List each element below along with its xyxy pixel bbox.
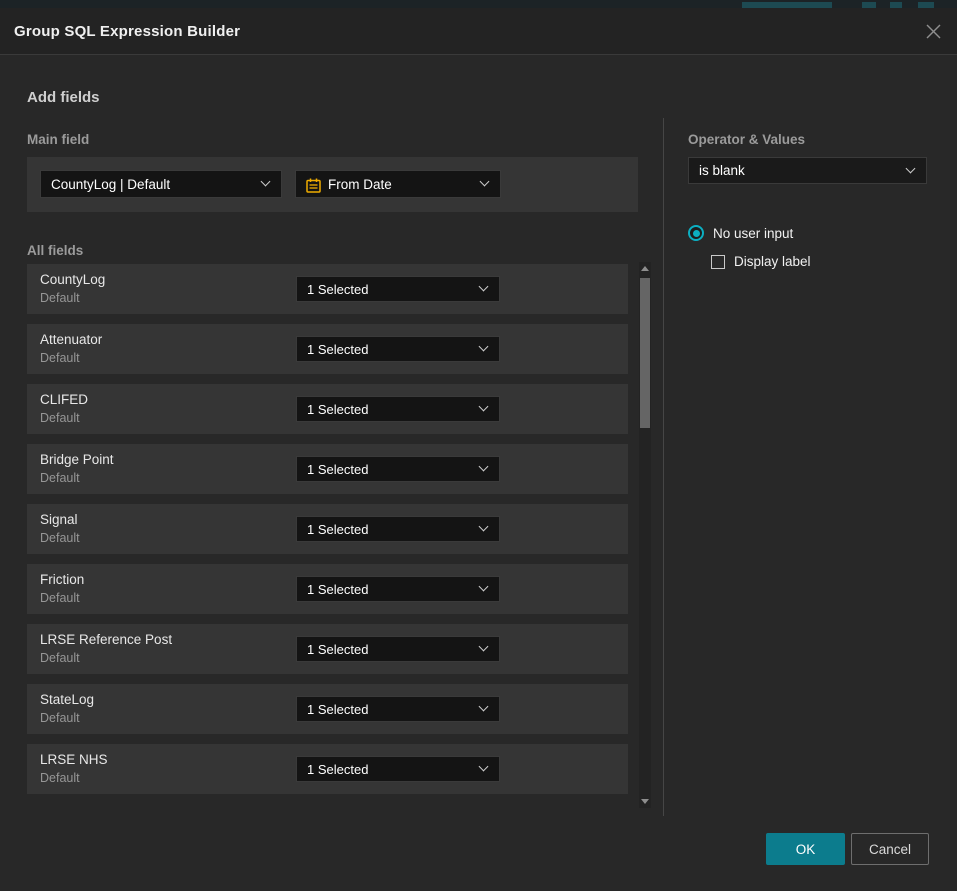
no-user-input-radio[interactable]: No user input — [688, 225, 793, 241]
operator-dropdown[interactable]: is blank — [688, 157, 927, 184]
operator-values-heading: Operator & Values — [688, 132, 805, 147]
chevron-down-icon — [479, 702, 489, 712]
field-row: LRSE Reference Post Default 1 Selected — [27, 624, 628, 674]
scrollbar-thumb[interactable] — [640, 278, 650, 428]
field-name: CLIFED — [40, 392, 88, 407]
field-subtitle: Default — [40, 711, 80, 725]
field-selected-dropdown[interactable]: 1 Selected — [296, 576, 500, 602]
field-selected-dropdown[interactable]: 1 Selected — [296, 396, 500, 422]
radio-selected-icon — [688, 225, 704, 241]
field-name: LRSE Reference Post — [40, 632, 172, 647]
field-selected-value: 1 Selected — [307, 342, 368, 357]
dialog-titlebar: Group SQL Expression Builder — [0, 8, 957, 55]
field-row: CountyLog Default 1 Selected — [27, 264, 628, 314]
field-selected-dropdown[interactable]: 1 Selected — [296, 336, 500, 362]
field-subtitle: Default — [40, 531, 80, 545]
field-selected-value: 1 Selected — [307, 642, 368, 657]
field-name: Friction — [40, 572, 84, 587]
field-selected-dropdown[interactable]: 1 Selected — [296, 636, 500, 662]
scroll-up-arrow-icon[interactable] — [641, 266, 649, 271]
chevron-down-icon — [479, 342, 489, 352]
field-selected-dropdown[interactable]: 1 Selected — [296, 456, 500, 482]
field-name: Signal — [40, 512, 78, 527]
field-row: CLIFED Default 1 Selected — [27, 384, 628, 434]
vertical-divider — [663, 118, 664, 816]
field-subtitle: Default — [40, 591, 80, 605]
display-label-checkbox[interactable]: Display label — [711, 254, 811, 269]
chevron-down-icon — [480, 177, 490, 187]
field-selected-value: 1 Selected — [307, 522, 368, 537]
chevron-down-icon — [261, 177, 271, 187]
field-row: Bridge Point Default 1 Selected — [27, 444, 628, 494]
chevron-down-icon — [479, 462, 489, 472]
field-row: StateLog Default 1 Selected — [27, 684, 628, 734]
calendar-icon — [305, 177, 322, 194]
field-subtitle: Default — [40, 291, 80, 305]
cancel-button[interactable]: Cancel — [851, 833, 929, 865]
group-sql-expression-builder-dialog: Group SQL Expression Builder Add fields … — [0, 8, 957, 891]
field-selected-dropdown[interactable]: 1 Selected — [296, 696, 500, 722]
list-scrollbar[interactable] — [639, 262, 651, 808]
main-field-panel: CountyLog | Default From Date — [27, 157, 638, 212]
field-row: Signal Default 1 Selected — [27, 504, 628, 554]
all-fields-label: All fields — [27, 243, 83, 258]
scroll-down-arrow-icon[interactable] — [641, 799, 649, 804]
chevron-down-icon — [479, 582, 489, 592]
chevron-down-icon — [479, 642, 489, 652]
chevron-down-icon — [479, 282, 489, 292]
field-name: Bridge Point — [40, 452, 114, 467]
dialog-title: Group SQL Expression Builder — [14, 23, 240, 40]
main-field-source-value: CountyLog | Default — [51, 177, 170, 192]
all-fields-list: CountyLog Default 1 Selected Attenuator … — [27, 264, 628, 801]
field-selected-value: 1 Selected — [307, 462, 368, 477]
field-selected-value: 1 Selected — [307, 282, 368, 297]
add-fields-heading: Add fields — [27, 89, 100, 106]
field-subtitle: Default — [40, 351, 80, 365]
field-selected-value: 1 Selected — [307, 402, 368, 417]
field-row: Friction Default 1 Selected — [27, 564, 628, 614]
background-app-strip — [0, 0, 957, 8]
field-row: LRSE NHS Default 1 Selected — [27, 744, 628, 794]
field-name: LRSE NHS — [40, 752, 108, 767]
chevron-down-icon — [479, 762, 489, 772]
chevron-down-icon — [906, 163, 916, 173]
field-subtitle: Default — [40, 651, 80, 665]
field-selected-value: 1 Selected — [307, 702, 368, 717]
main-field-field-value: From Date — [328, 177, 392, 192]
display-label-label: Display label — [734, 254, 811, 269]
field-selected-value: 1 Selected — [307, 762, 368, 777]
checkbox-unchecked-icon — [711, 255, 725, 269]
main-field-label: Main field — [27, 132, 89, 147]
field-subtitle: Default — [40, 411, 80, 425]
field-selected-value: 1 Selected — [307, 582, 368, 597]
chevron-down-icon — [479, 522, 489, 532]
close-icon — [925, 23, 942, 40]
field-selected-dropdown[interactable]: 1 Selected — [296, 756, 500, 782]
field-name: Attenuator — [40, 332, 102, 347]
ok-button[interactable]: OK — [766, 833, 845, 865]
main-field-field-dropdown[interactable]: From Date — [295, 170, 501, 198]
field-selected-dropdown[interactable]: 1 Selected — [296, 516, 500, 542]
operator-value: is blank — [699, 163, 745, 178]
main-field-source-dropdown[interactable]: CountyLog | Default — [40, 170, 282, 198]
field-name: StateLog — [40, 692, 94, 707]
close-button[interactable] — [919, 17, 947, 45]
field-selected-dropdown[interactable]: 1 Selected — [296, 276, 500, 302]
chevron-down-icon — [479, 402, 489, 412]
field-subtitle: Default — [40, 471, 80, 485]
field-name: CountyLog — [40, 272, 105, 287]
field-row: Attenuator Default 1 Selected — [27, 324, 628, 374]
no-user-input-label: No user input — [713, 226, 793, 241]
field-subtitle: Default — [40, 771, 80, 785]
